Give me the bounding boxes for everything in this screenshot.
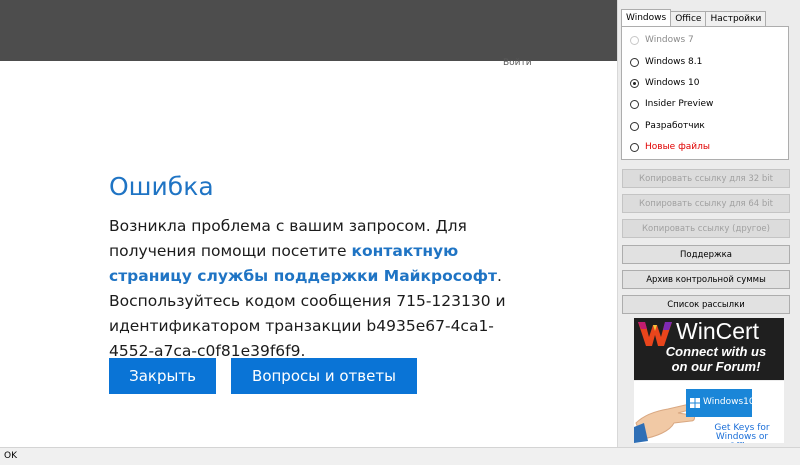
radio-label: Новые файлы — [645, 142, 710, 152]
site-header — [0, 0, 617, 61]
faq-button[interactable]: Вопросы и ответы — [231, 358, 417, 394]
radio-new-files[interactable]: Новые файлы — [630, 142, 710, 152]
tab-strip: Windows Office Настройки — [621, 9, 767, 26]
status-bar: OK — [0, 447, 800, 465]
checksum-archive-button[interactable]: Архив контрольной суммы — [622, 270, 790, 289]
side-panel: Windows Office Настройки Windows 7 Windo… — [617, 0, 800, 447]
copy-link-64bit-button[interactable]: Копировать ссылку для 64 bit — [622, 194, 790, 213]
radio-developer[interactable]: Разработчик — [630, 121, 705, 131]
windows-logo-icon — [690, 398, 700, 408]
windows-version-group: Windows 7 Windows 8.1 Windows 10 Insider… — [621, 26, 789, 160]
sign-in-link[interactable]: Войти — [503, 58, 532, 68]
radio-circle — [630, 121, 639, 131]
status-text: OK — [4, 451, 17, 461]
radio-windows-7[interactable]: Windows 7 — [630, 35, 694, 45]
wincert-forum-banner[interactable]: WinCert Connect with us on our Forum! — [634, 318, 784, 380]
get-keys-line-2: Windows or Office — [715, 432, 769, 443]
support-button[interactable]: Поддержка — [622, 245, 790, 264]
tab-settings[interactable]: Настройки — [705, 11, 767, 26]
radio-windows-10[interactable]: Windows 10 — [630, 78, 700, 88]
wincert-tagline-2: on our Forum! — [671, 359, 761, 374]
tab-office[interactable]: Office — [670, 11, 707, 26]
error-title: Ошибка — [109, 172, 214, 201]
windows10-card-text: Windows10 — [703, 397, 755, 407]
radio-label: Insider Preview — [645, 99, 714, 109]
radio-insider-preview[interactable]: Insider Preview — [630, 99, 713, 109]
radio-circle-checked — [630, 78, 639, 88]
radio-circle — [630, 57, 639, 67]
copy-link-other-button[interactable]: Копировать ссылку (другое) — [622, 219, 790, 238]
windows10-card: Windows10 — [686, 389, 755, 417]
tab-windows[interactable]: Windows — [621, 9, 672, 26]
radio-circle — [630, 142, 639, 152]
radio-windows-8-1[interactable]: Windows 8.1 — [630, 57, 702, 67]
radio-circle — [630, 35, 639, 45]
get-keys-banner[interactable]: Windows10 Get Keys for Windows or Office — [634, 381, 784, 443]
error-message: Возникла проблема с вашим запросом. Для … — [109, 214, 509, 364]
radio-label: Windows 7 — [645, 35, 694, 45]
wincert-name: WinCert — [676, 318, 760, 344]
radio-label: Windows 8.1 — [645, 57, 703, 67]
radio-label: Разработчик — [645, 121, 705, 131]
wincert-tagline-1: Connect with us — [665, 344, 767, 359]
mailing-list-button[interactable]: Список рассылки — [622, 295, 790, 314]
copy-link-32bit-button[interactable]: Копировать ссылку для 32 bit — [622, 169, 790, 188]
close-button[interactable]: Закрыть — [109, 358, 216, 394]
web-content: Войти Ошибка Возникла проблема с вашим з… — [0, 0, 617, 447]
radio-label: Windows 10 — [645, 78, 700, 88]
wincert-logo-icon — [638, 322, 672, 346]
radio-circle — [630, 99, 639, 109]
